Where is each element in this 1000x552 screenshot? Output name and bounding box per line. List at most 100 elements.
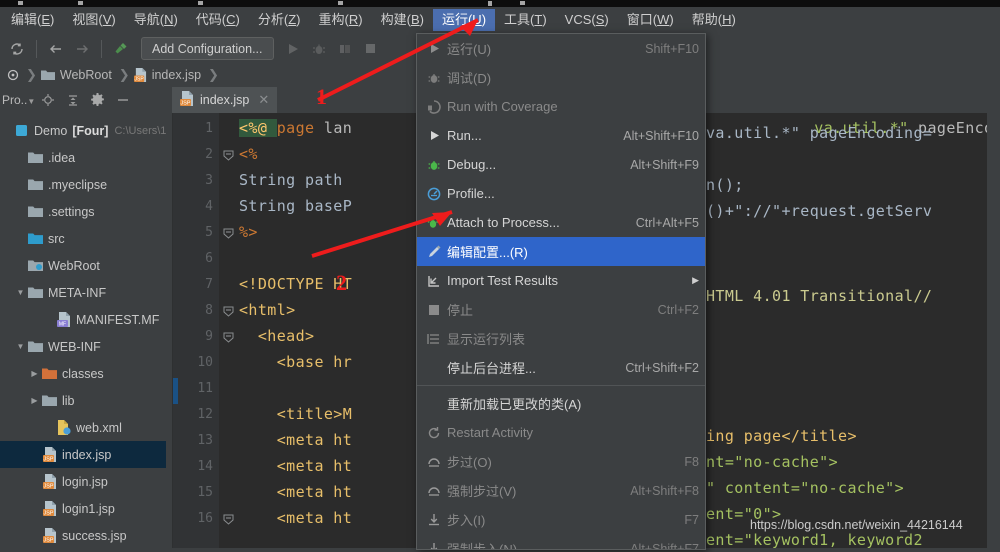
- code-line-13: <meta ht: [239, 431, 352, 449]
- close-icon[interactable]: ✕: [258, 92, 269, 108]
- svg-text:JSP: JSP: [43, 511, 53, 516]
- code-token: lan: [323, 119, 353, 137]
- menu-item-9[interactable]: 工具(T): [495, 9, 556, 31]
- chevron-right-icon[interactable]: ▶: [28, 369, 41, 378]
- run-menu-item-13[interactable]: 重新加载已更改的类(A): [417, 389, 705, 418]
- menu-item-8[interactable]: 运行(U): [432, 9, 496, 31]
- code-token: String path: [239, 171, 343, 189]
- editor-marker-bar[interactable]: [987, 113, 1000, 548]
- code-fragment-4: HTML 4.01 Transitional//: [706, 287, 933, 305]
- run-menu-dropdown[interactable]: 运行(U) Shift+F10 调试(D) Run with Coverage Run.…: [416, 33, 706, 550]
- run-menu-item-5[interactable]: Debug... Alt+Shift+F9: [417, 150, 705, 179]
- web-folder-icon: [27, 259, 44, 272]
- tree-item-web-xml[interactable]: web.xml: [0, 414, 166, 441]
- gutter-change-marker[interactable]: [173, 378, 178, 404]
- debug-bug-icon: [421, 71, 447, 85]
- breadcrumb-chevron-icon: ❯: [208, 67, 219, 82]
- force-step-into-icon: [421, 542, 447, 549]
- ide-window: 编辑(E) 视图(V) 导航(N) 代码(C) 分析(Z) 重构(R) 构建(B) 运行(U)…: [0, 0, 1000, 552]
- tree-item-label: Demo: [34, 123, 68, 138]
- run-menu-item-label: 编辑配置...(R): [447, 245, 528, 260]
- folder-icon: [27, 286, 44, 299]
- menu-item-10[interactable]: VCS(S): [556, 9, 618, 31]
- settings-gear-icon[interactable]: [85, 88, 110, 112]
- locate-icon[interactable]: [35, 88, 60, 112]
- menu-item-5[interactable]: 分析(Z): [249, 9, 310, 31]
- tab-index-jsp[interactable]: JSP index.jsp ✕: [172, 87, 278, 115]
- menu-item-1[interactable]: 编辑(E): [2, 9, 63, 31]
- breadcrumb-chevron-icon: ❯: [118, 67, 130, 82]
- project-panel-title-label: Pro..: [2, 92, 28, 107]
- run-menu-item-7[interactable]: Attach to Process... Ctrl+Alt+F5: [417, 208, 705, 237]
- debug-bug-icon[interactable]: [307, 37, 331, 61]
- folder-icon: [27, 205, 44, 218]
- tree-item--settings[interactable]: .settings: [0, 198, 166, 225]
- tree-item-label: .myeclipse: [48, 177, 108, 192]
- tree-item-src[interactable]: src: [0, 225, 166, 252]
- coverage-icon[interactable]: [333, 37, 357, 61]
- hammer-icon[interactable]: [109, 37, 133, 61]
- folder-icon: [27, 151, 44, 164]
- menu-item-11[interactable]: 窗口(W): [618, 9, 683, 31]
- stop-square-icon[interactable]: [359, 37, 383, 61]
- run-menu-item-6[interactable]: Profile...: [417, 179, 705, 208]
- sync-icon[interactable]: [5, 37, 29, 61]
- project-tree[interactable]: Demo [Four] C:\Users\1 .idea .myeclipse .sett…: [0, 113, 166, 552]
- add-configuration-button[interactable]: Add Configuration...: [141, 37, 274, 60]
- code-line-4: String baseP: [239, 197, 352, 215]
- editor-gutter[interactable]: 1 2 3 4 5 6 7 8 9 10 11 12 13 14 15 16: [173, 113, 234, 548]
- run-menu-item-12[interactable]: 停止后台进程... Ctrl+Shift+F2: [417, 353, 705, 382]
- tree-item-web-inf[interactable]: ▼ WEB-INF: [0, 333, 166, 360]
- hide-icon[interactable]: [110, 88, 135, 112]
- code-fragment-5: ing page</title>: [706, 427, 857, 445]
- tree-item-label: MANIFEST.MF: [76, 312, 160, 327]
- code-line-3: String path: [239, 171, 343, 189]
- tree-item-demo[interactable]: Demo [Four] C:\Users\1: [0, 117, 166, 144]
- tree-item-label: web.xml: [76, 420, 122, 435]
- code-token: <html>: [239, 301, 296, 319]
- run-triangle-icon[interactable]: [281, 37, 305, 61]
- tree-item-meta-inf[interactable]: ▼ META-INF: [0, 279, 166, 306]
- chevron-down-icon[interactable]: ▼: [14, 288, 27, 297]
- tree-item-lib[interactable]: ▶ lib: [0, 387, 166, 414]
- tree-item-login1-jsp[interactable]: JSP login1.jsp: [0, 495, 166, 522]
- run-menu-item-15: 步过(O) F8: [417, 447, 705, 476]
- menu-item-4[interactable]: 代码(C): [187, 9, 249, 31]
- run-menu-item-8[interactable]: 编辑配置...(R): [417, 237, 705, 266]
- breadcrumb-item-2[interactable]: WebRoot: [37, 68, 119, 82]
- svg-text:MF: MF: [58, 322, 65, 327]
- tree-item-label: lib: [62, 393, 75, 408]
- tree-item-classes[interactable]: ▶ classes: [0, 360, 166, 387]
- menu-item-6[interactable]: 重构(R): [310, 9, 372, 31]
- menu-item-2[interactable]: 视图(V): [63, 9, 124, 31]
- code-line-8: <html>: [239, 301, 296, 319]
- line-number: 5: [205, 225, 213, 240]
- breadcrumb-item-1[interactable]: [3, 69, 26, 81]
- tree-item-success-jsp[interactable]: JSP success.jsp: [0, 522, 166, 549]
- tree-item-index-jsp[interactable]: JSP index.jsp: [0, 441, 166, 468]
- code-line-12: <title>M: [239, 405, 352, 423]
- run-menu-item-shortcut: F8: [684, 454, 699, 469]
- tree-item-login-jsp[interactable]: JSP login.jsp: [0, 468, 166, 495]
- tree-item--idea[interactable]: .idea: [0, 144, 166, 171]
- tree-item-manifest-mf[interactable]: MF MANIFEST.MF: [0, 306, 166, 333]
- jsp-file-icon: JSP: [41, 501, 58, 516]
- menu-item-7[interactable]: 构建(B): [372, 9, 433, 31]
- back-arrow-icon[interactable]: [44, 37, 68, 61]
- coverage-icon: [421, 99, 447, 114]
- chevron-down-icon[interactable]: ▼: [14, 342, 27, 351]
- tree-item-webroot[interactable]: WebRoot: [0, 252, 166, 279]
- menu-item-12[interactable]: 帮助(H): [683, 9, 745, 31]
- run-menu-item-label: 步入(I): [447, 513, 486, 528]
- project-panel-title[interactable]: Pro..▼: [0, 93, 35, 107]
- code-token: <meta ht: [239, 509, 353, 527]
- chevron-right-icon[interactable]: ▶: [28, 396, 41, 405]
- add-configuration-label: Add Configuration...: [152, 41, 263, 56]
- menu-item-3[interactable]: 导航(N): [125, 9, 187, 31]
- breadcrumb-item-3[interactable]: JSP index.jsp: [130, 68, 208, 82]
- run-menu-item-9[interactable]: Import Test Results ▶: [417, 266, 705, 295]
- tree-item--myeclipse[interactable]: .myeclipse: [0, 171, 166, 198]
- collapse-all-icon[interactable]: [60, 88, 85, 112]
- forward-arrow-icon[interactable]: [70, 37, 94, 61]
- run-menu-item-4[interactable]: Run... Alt+Shift+F10: [417, 121, 705, 150]
